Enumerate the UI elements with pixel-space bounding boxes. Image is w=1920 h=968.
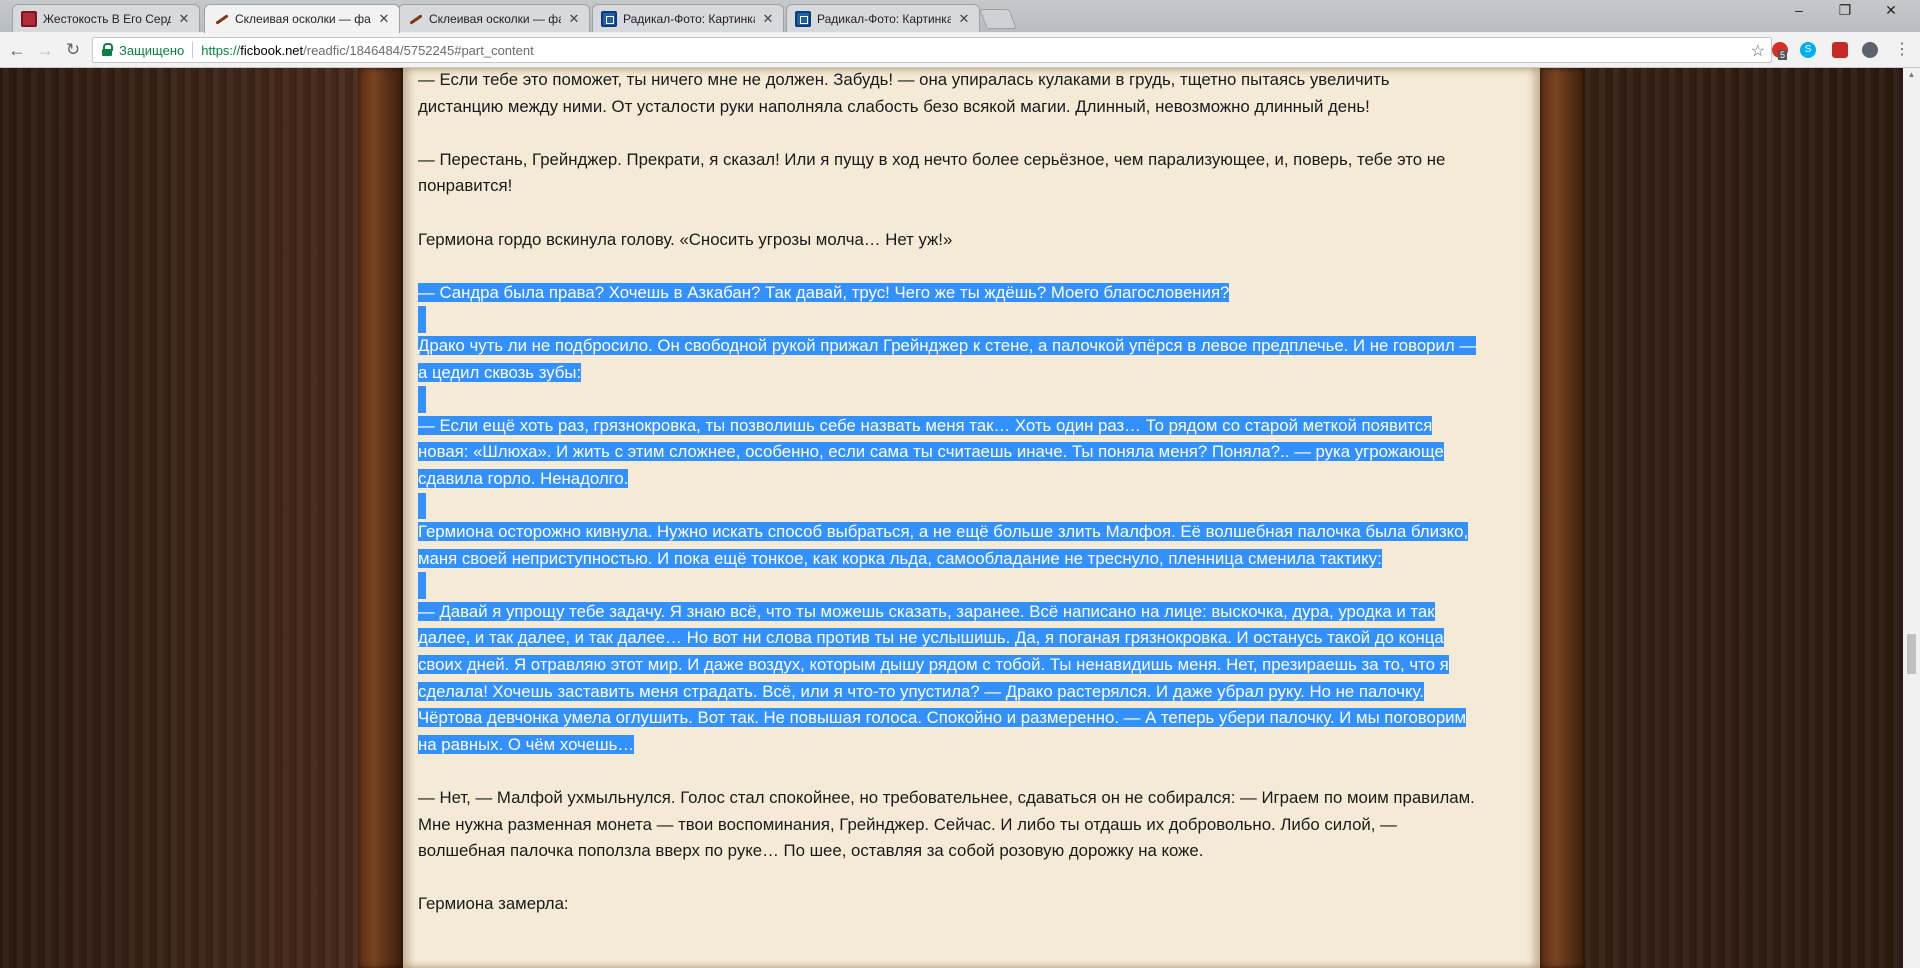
page-background: — Если тебе это поможет, ты ничего мне н…: [0, 68, 1920, 968]
tab-3[interactable]: Склеивая осколки — фа ✕: [398, 4, 590, 32]
paragraph-text: — Если тебе это поможет, ты ничего мне н…: [418, 70, 1390, 116]
paragraph: Гермиона гордо вскинула голову. «Сносить…: [418, 227, 1478, 254]
skype-icon[interactable]: S: [1800, 42, 1816, 58]
forward-button[interactable]: →: [34, 39, 56, 61]
bookmark-star-icon[interactable]: ☆: [1751, 41, 1765, 61]
close-icon[interactable]: ✕: [957, 11, 971, 26]
new-tab-button[interactable]: [979, 9, 1017, 29]
close-icon[interactable]: ✕: [377, 12, 391, 26]
tab-title: Склеивая осколки — фа: [429, 11, 561, 26]
selection-gap: [418, 306, 1478, 333]
secure-label[interactable]: Защищено: [119, 43, 184, 58]
reload-button[interactable]: ↻: [62, 39, 84, 61]
paragraph-selected: — Если ещё хоть раз, грязнокровка, ты по…: [418, 413, 1478, 493]
scroll-up-icon[interactable]: ▲: [1903, 68, 1920, 82]
address-bar[interactable]: Защищено https:// ficbook.net /readfic/1…: [92, 37, 1772, 63]
tab-4[interactable]: Радикал-Фото: Картинка ✕: [592, 4, 784, 32]
tab-title: Радикал-Фото: Картинка: [817, 11, 951, 26]
browser-toolbar: ← → ↻ Защищено https:// ficbook.net /rea…: [0, 32, 1920, 68]
close-icon[interactable]: ✕: [177, 11, 191, 26]
paragraph: — Нет, — Малфой ухмыльнулся. Голос стал …: [418, 785, 1478, 865]
shield-extension-icon[interactable]: [1832, 42, 1848, 58]
paragraph-selected: — Сандра была права? Хочешь в Азкабан? Т…: [418, 280, 1478, 307]
scroll-thumb[interactable]: [1907, 634, 1916, 674]
paragraph-text: — Перестань, Грейнджер. Прекрати, я сказ…: [418, 149, 1446, 196]
book-icon: [21, 10, 37, 27]
paragraph-text: Гермиона осторожно кивнула. Нужно искать…: [418, 522, 1469, 568]
radikal-icon: [601, 10, 617, 27]
paragraph-selected: — Давай я упрощу тебе задачу. Я знаю всё…: [418, 599, 1478, 759]
tab-2[interactable]: Склеивая осколки — фа ✕: [204, 4, 400, 33]
extension-badge: 5: [1778, 50, 1788, 60]
paragraph: — Если тебе это поможет, ты ничего мне н…: [418, 68, 1478, 120]
tab-title: Склеивая осколки — фа: [235, 12, 371, 26]
frame-left: [358, 68, 403, 968]
close-icon[interactable]: ✕: [567, 11, 581, 26]
selection-gap: [418, 492, 1478, 520]
maximize-button[interactable]: ❐: [1830, 0, 1860, 22]
quill-icon: [407, 11, 423, 27]
url-scheme: https://: [201, 42, 241, 58]
selection-gap: [418, 572, 1478, 599]
extension-icon-red[interactable]: 5: [1772, 42, 1788, 60]
selection-gap: [418, 386, 1478, 413]
divider: [192, 42, 194, 58]
back-button[interactable]: ←: [6, 39, 28, 61]
url-host: ficbook.net: [240, 42, 304, 58]
paragraph-text: — Если ещё хоть раз, грязнокровка, ты по…: [418, 415, 1444, 488]
close-icon[interactable]: ✕: [761, 11, 775, 26]
paragraph-selected: Гермиона осторожно кивнула. Нужно искать…: [418, 519, 1478, 572]
frame-right: [1540, 68, 1585, 968]
tab-5[interactable]: Радикал-Фото: Картинка ✕: [786, 4, 980, 32]
paragraph-text: Гермиона замерла:: [418, 894, 569, 914]
url-path: /readfic/1846484/5752245#part_content: [303, 42, 534, 58]
quill-icon: [213, 11, 229, 27]
tab-strip: Жестокость В Его Серд ✕ Склеивая осколки…: [0, 0, 1920, 33]
paragraph-text: — Нет, — Малфой ухмыльнулся. Голос стал …: [418, 788, 1475, 861]
lock-icon[interactable]: [99, 42, 115, 58]
tab-1[interactable]: Жестокость В Его Серд ✕: [12, 4, 200, 32]
tab-title: Жестокость В Его Серд: [43, 11, 171, 26]
tab-title: Радикал-Фото: Картинка: [623, 11, 755, 26]
paragraph: — Перестань, Грейнджер. Прекрати, я сказ…: [418, 147, 1478, 200]
extension-icon-gray[interactable]: [1862, 42, 1878, 58]
close-window-button[interactable]: ✕: [1876, 0, 1906, 22]
paragraph-text: — Сандра была права? Хочешь в Азкабан? Т…: [418, 282, 1230, 302]
radikal-icon: [795, 10, 811, 27]
page-scrollbar[interactable]: ▲: [1903, 68, 1920, 968]
minimize-button[interactable]: ‒: [1784, 0, 1814, 22]
paragraph-text: — Давай я упрощу тебе задачу. Я знаю всё…: [418, 601, 1467, 754]
paragraph-selected: Драко чуть ли не подбросило. Он свободно…: [418, 333, 1478, 386]
chapter-text: — Если тебе это поможет, ты ничего мне н…: [418, 68, 1478, 945]
paragraph: Гермиона замерла:: [418, 891, 1478, 918]
paragraph-text: Драко чуть ли не подбросило. Он свободно…: [418, 335, 1477, 382]
menu-icon[interactable]: ⋮: [1894, 42, 1910, 58]
paragraph-text: Гермиона гордо вскинула голову. «Сносить…: [418, 229, 953, 249]
